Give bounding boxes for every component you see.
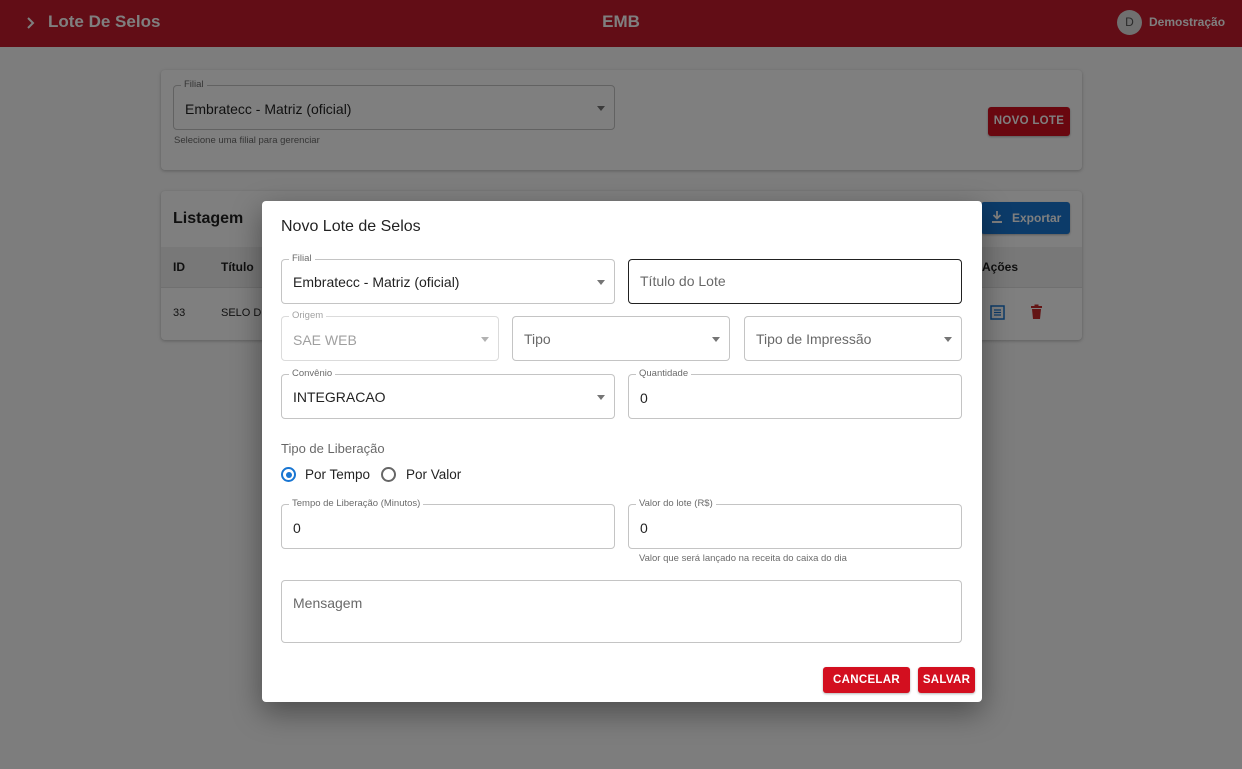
valor-lote-input[interactable]: Valor do lote (R$) 0 [628,498,962,549]
valor-lote-helper: Valor que será lançado na receita do cai… [639,553,847,564]
tempo-liberacao-value: 0 [293,520,301,536]
cancel-button[interactable]: CANCELAR [823,667,910,693]
dialog-title: Novo Lote de Selos [281,218,421,235]
save-button[interactable]: SALVAR [918,667,975,693]
liberacao-label: Tipo de Liberação [281,441,385,456]
convenio-value: INTEGRACAO [293,389,386,405]
new-lot-dialog: Novo Lote de Selos Filial Embratecc - Ma… [262,201,982,702]
radio-por-valor-label[interactable]: Por Valor [406,467,461,482]
quantidade-label: Quantidade [636,368,692,379]
filial-select[interactable]: Filial Embratecc - Matriz (oficial) [281,253,615,304]
origem-label: Origem [289,310,327,321]
radio-por-tempo[interactable] [281,467,296,482]
tipo-impressao-select[interactable]: Tipo de Impressão [744,316,962,361]
origem-value: SAE WEB [293,332,357,348]
mensagem-placeholder: Mensagem [293,595,363,611]
tipo-select[interactable]: Tipo [512,316,730,361]
tipo-impressao-placeholder: Tipo de Impressão [756,331,872,347]
valor-lote-value: 0 [640,520,648,536]
tempo-liberacao-input[interactable]: Tempo de Liberação (Minutos) 0 [281,498,615,549]
convenio-select[interactable]: Convênio INTEGRACAO [281,368,615,419]
tempo-liberacao-label: Tempo de Liberação (Minutos) [289,498,424,509]
tipo-placeholder: Tipo [524,331,551,347]
mensagem-textarea[interactable]: Mensagem [281,580,962,643]
titulo-input[interactable]: Título do Lote [628,259,962,304]
dropdown-arrow-icon [712,337,720,342]
titulo-placeholder: Título do Lote [640,273,726,289]
dropdown-arrow-icon [481,337,489,342]
quantidade-input[interactable]: Quantidade 0 [628,368,962,419]
origem-select[interactable]: Origem SAE WEB [281,310,499,361]
radio-por-tempo-label[interactable]: Por Tempo [305,467,370,482]
dropdown-arrow-icon [597,280,605,285]
dropdown-arrow-icon [944,337,952,342]
radio-por-valor[interactable] [381,467,396,482]
filial-value: Embratecc - Matriz (oficial) [293,274,460,290]
convenio-label: Convênio [289,368,336,379]
valor-lote-label: Valor do lote (R$) [636,498,716,509]
quantidade-value: 0 [640,390,648,406]
dropdown-arrow-icon [597,395,605,400]
filial-label: Filial [289,253,315,264]
